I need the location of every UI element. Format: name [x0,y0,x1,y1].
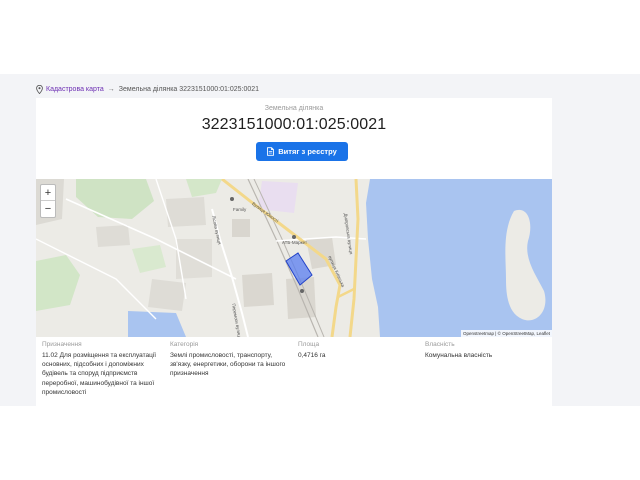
breadcrumb-current: Земельна ділянка 3223151000:01:025:0021 [118,85,260,93]
map-label-family: Family [233,207,247,212]
info-purpose-line: 11.02 Для розміщення та експлуатації [42,352,157,359]
info-purpose-label: Призначення [42,341,82,348]
info-category-line: призначення [170,370,209,378]
document-icon [267,147,275,156]
info-category-line: Землі промисловості, транспорту, [170,352,273,359]
zoom-control: + − [40,184,56,218]
info-purpose-line: основних, підсобних і допоміжних [42,361,144,369]
location-pin-icon [36,84,43,94]
info-area-label: Площа [298,341,320,348]
info-category-label: Категорія [170,341,199,348]
info-ownership-label: Власність [425,341,455,348]
info-category-value: Землі промисловості, транспорту, зв'язку… [170,351,294,379]
info-ownership-value: Комунальна власність [425,352,493,359]
map-base [36,179,552,337]
parcel-subtitle: Земельна ділянка [264,105,324,112]
parcel-header: Земельна ділянка 3223151000:01:025:0021 … [36,98,552,178]
map-view[interactable]: Family АТБ-Маркет Вулиця Юності Дніпровс… [36,179,552,337]
breadcrumb-separator: → [107,85,115,93]
zoom-out-button[interactable]: − [41,201,55,217]
info-purpose: Призначення 11.02 Для розміщення та експ… [42,341,166,397]
breadcrumb-link-cadastral-map[interactable]: Кадастрова карта [46,86,104,93]
parcel-card: Земельна ділянка 3223151000:01:025:0021 … [36,98,552,406]
info-purpose-line: будівель та споруд підприємств [42,370,138,378]
zoom-in-button[interactable]: + [41,185,55,201]
info-purpose-value: 11.02 Для розміщення та експлуатації осн… [42,351,166,397]
info-area-value: 0,4716 га [298,352,326,359]
map-label-atb: АТБ-Маркет [282,240,308,245]
info-area: Площа 0,4716 га [298,341,422,360]
parcel-title: 3223151000:01:025:0021 [201,116,387,133]
info-purpose-line: переробної, машинобудівної та іншої [42,379,155,387]
info-category-line: зв'язку, енергетики, оборони та іншого [170,361,286,369]
info-ownership: Власність Комунальна власність [425,341,549,360]
info-purpose-line: промисловості [42,388,87,396]
info-category: Категорія Землі промисловості, транспорт… [170,341,294,379]
map-attribution: Openstreetmap | © OpenStreetMap, Leaflet [460,330,552,337]
breadcrumb: Кадастрова карта → Земельна ділянка 3223… [36,83,259,95]
registry-extract-button[interactable]: Витяг з реєстру [256,142,348,161]
registry-extract-label: Витяг з реєстру [278,147,337,156]
